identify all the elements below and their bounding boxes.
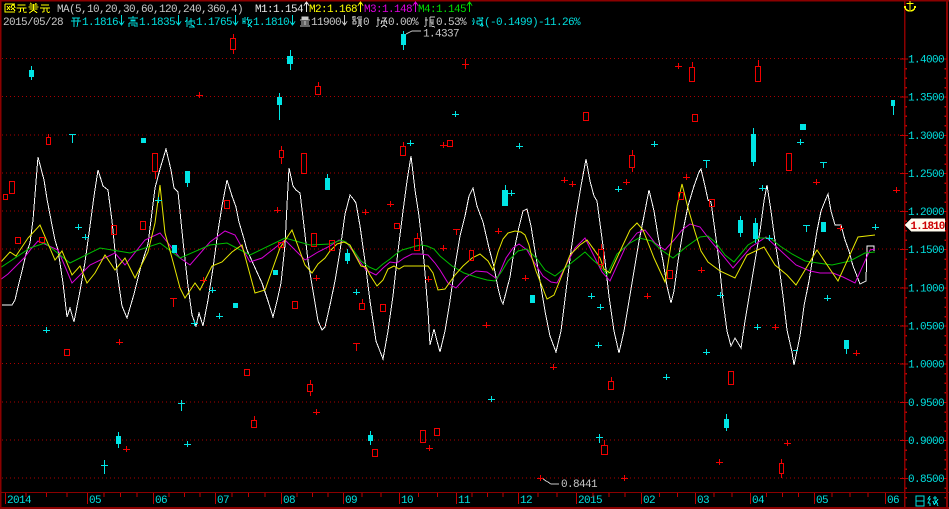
svg-text:MA(5,10,20,30,60,120,240,360,4: MA(5,10,20,30,60,120,240,360,4) [57,4,243,16]
svg-text:2014: 2014 [7,495,32,507]
svg-text:05: 05 [89,495,101,507]
svg-text:0: 0 [363,17,369,29]
svg-text:07: 07 [217,495,229,507]
svg-text:12: 12 [520,495,532,507]
svg-text:09: 09 [345,495,357,507]
svg-text:0.9000: 0.9000 [908,436,944,448]
svg-text:11: 11 [458,495,471,507]
svg-text:02: 02 [643,495,655,507]
svg-text:1.1810: 1.1810 [253,17,289,29]
svg-text:1.0500: 1.0500 [908,321,944,333]
svg-text:0.8500: 0.8500 [908,474,944,486]
svg-text:04: 04 [752,495,765,507]
svg-text:1.0000: 1.0000 [908,360,944,372]
svg-text:1.3500: 1.3500 [908,93,944,105]
svg-text:1.2500: 1.2500 [908,169,944,181]
svg-text:1.2000: 1.2000 [908,207,944,219]
svg-text:2015: 2015 [578,495,602,507]
svg-text:0.9500: 0.9500 [908,398,944,410]
svg-text:2015/05/28: 2015/05/28 [3,17,63,29]
svg-text:0.53%: 0.53% [436,17,467,29]
svg-text:06: 06 [155,495,167,507]
svg-text:08: 08 [283,495,295,507]
svg-text:05: 05 [816,495,828,507]
svg-text:1.1500: 1.1500 [908,245,944,257]
svg-text:1.1765: 1.1765 [196,17,232,29]
svg-text:1.4000: 1.4000 [908,55,944,67]
svg-text:1.1816: 1.1816 [82,17,118,29]
svg-text:0.8441: 0.8441 [561,479,598,491]
svg-text:1.1810: 1.1810 [911,221,945,233]
svg-text:1.1000: 1.1000 [908,283,944,295]
svg-text:1.1835: 1.1835 [139,17,175,29]
svg-text:10: 10 [401,495,413,507]
svg-text:11900: 11900 [311,17,341,29]
svg-text:1.4337: 1.4337 [423,29,459,41]
svg-text:M1:1.154: M1:1.154 [255,4,304,16]
svg-text:06: 06 [887,495,899,507]
svg-text:M3:1.148: M3:1.148 [364,4,412,16]
svg-text:03: 03 [697,495,709,507]
svg-text:M2:1.168: M2:1.168 [309,4,357,16]
svg-text:M4:1.145: M4:1.145 [418,4,466,16]
svg-text:1.3000: 1.3000 [908,131,944,143]
svg-text:(-0.1499)-11.26%: (-0.1499)-11.26% [484,17,581,29]
svg-text:0.00%: 0.00% [388,17,419,29]
